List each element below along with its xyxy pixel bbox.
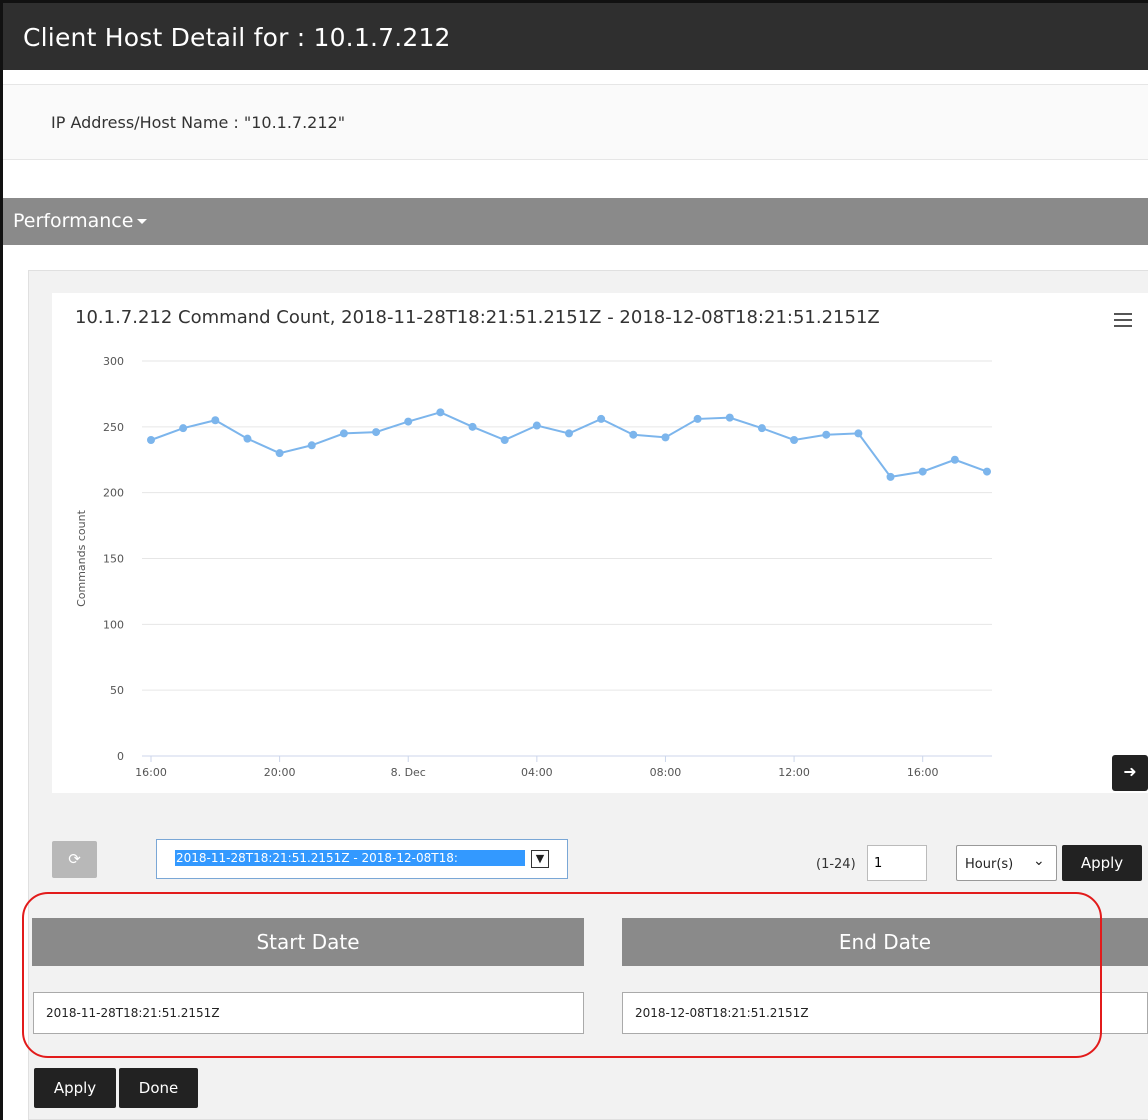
x-tick-label: 12:00 — [778, 766, 810, 779]
x-tick-label: 16:00 — [135, 766, 167, 779]
y-tick-label: 100 — [103, 618, 124, 631]
data-point — [404, 417, 413, 426]
x-tick-label: 04:00 — [521, 766, 553, 779]
data-point — [307, 441, 316, 450]
data-point — [950, 455, 959, 464]
done-button[interactable]: Done — [119, 1068, 198, 1108]
y-axis-label: Commands count — [75, 509, 88, 606]
data-point — [565, 429, 573, 438]
arrow-right-button[interactable]: ➜ — [1112, 755, 1148, 791]
y-tick-label: 150 — [103, 553, 124, 566]
data-point — [790, 436, 799, 444]
y-tick-label: 200 — [103, 487, 124, 500]
data-point — [886, 472, 895, 481]
data-point — [468, 422, 477, 431]
y-tick-label: 300 — [103, 355, 124, 368]
line-chart: 0 50 100 150 200 250 300 Commands count 16:00 20:… — [75, 355, 992, 779]
caret-down-icon — [137, 219, 148, 224]
arrow-right-icon: ➜ — [1123, 762, 1137, 781]
data-point — [629, 430, 638, 439]
data-point — [918, 467, 927, 476]
x-tick-label: 8. Dec — [391, 766, 426, 779]
y-tick-label: 0 — [117, 750, 124, 763]
x-tick-label: 08:00 — [650, 766, 682, 779]
unit-value: Hour(s) — [965, 857, 1014, 872]
data-point — [147, 436, 155, 444]
data-point — [339, 429, 348, 438]
refresh-button[interactable]: ⟳ — [52, 841, 97, 878]
data-point — [822, 430, 831, 439]
data-point — [532, 421, 541, 430]
page-title: Client Host Detail for : 10.1.7.212 — [23, 23, 451, 52]
apply-button[interactable]: Apply — [34, 1068, 116, 1108]
host-info-box: IP Address/Host Name : "10.1.7.212" — [3, 84, 1148, 160]
data-point — [854, 429, 863, 438]
x-tick-label: 20:00 — [264, 766, 296, 779]
performance-bar: Performance — [3, 198, 1148, 245]
data-point — [983, 467, 991, 476]
data-point — [597, 414, 606, 423]
chevron-down-icon: ⌄ — [1033, 853, 1045, 869]
performance-label: Performance — [13, 210, 134, 232]
start-date-field[interactable]: 2018-11-28T18:21:51.2151Z — [33, 992, 584, 1034]
start-date-header: Start Date — [32, 918, 584, 966]
data-point — [372, 428, 381, 437]
end-date-header: End Date — [622, 918, 1148, 966]
unit-select[interactable]: Hour(s) ⌄ — [956, 845, 1057, 881]
y-tick-label: 250 — [103, 421, 124, 434]
data-point — [500, 436, 509, 444]
data-point — [211, 416, 220, 425]
data-point — [661, 433, 670, 442]
data-point — [275, 449, 284, 458]
chevron-down-icon: ▼ — [531, 850, 549, 868]
data-point — [757, 424, 766, 433]
title-bar: Client Host Detail for : 10.1.7.212 — [3, 3, 1148, 70]
performance-dropdown[interactable]: Performance — [13, 210, 148, 232]
series-line — [150, 411, 988, 478]
data-point — [243, 434, 252, 443]
data-point — [436, 408, 445, 417]
data-point — [179, 424, 188, 433]
data-point — [693, 414, 702, 423]
host-label: IP Address/Host Name : "10.1.7.212" — [51, 113, 346, 132]
x-tick-label: 16:00 — [907, 766, 939, 779]
data-point — [725, 413, 734, 422]
apply-interval-button[interactable]: Apply — [1062, 845, 1142, 881]
date-range-select[interactable]: 2018-11-28T18:21:51.2151Z - 2018-12-08T1… — [156, 839, 568, 879]
chart-container: 10.1.7.212 Command Count, 2018-11-28T18:… — [52, 293, 1148, 793]
date-range-value: 2018-11-28T18:21:51.2151Z - 2018-12-08T1… — [175, 850, 525, 866]
range-hint: (1-24) — [816, 857, 856, 872]
refresh-icon: ⟳ — [68, 850, 81, 868]
y-tick-label: 50 — [110, 684, 124, 697]
interval-input[interactable] — [867, 845, 927, 881]
end-date-field[interactable]: 2018-12-08T18:21:51.2151Z — [622, 992, 1148, 1034]
hamburger-menu-icon[interactable] — [1114, 313, 1132, 327]
